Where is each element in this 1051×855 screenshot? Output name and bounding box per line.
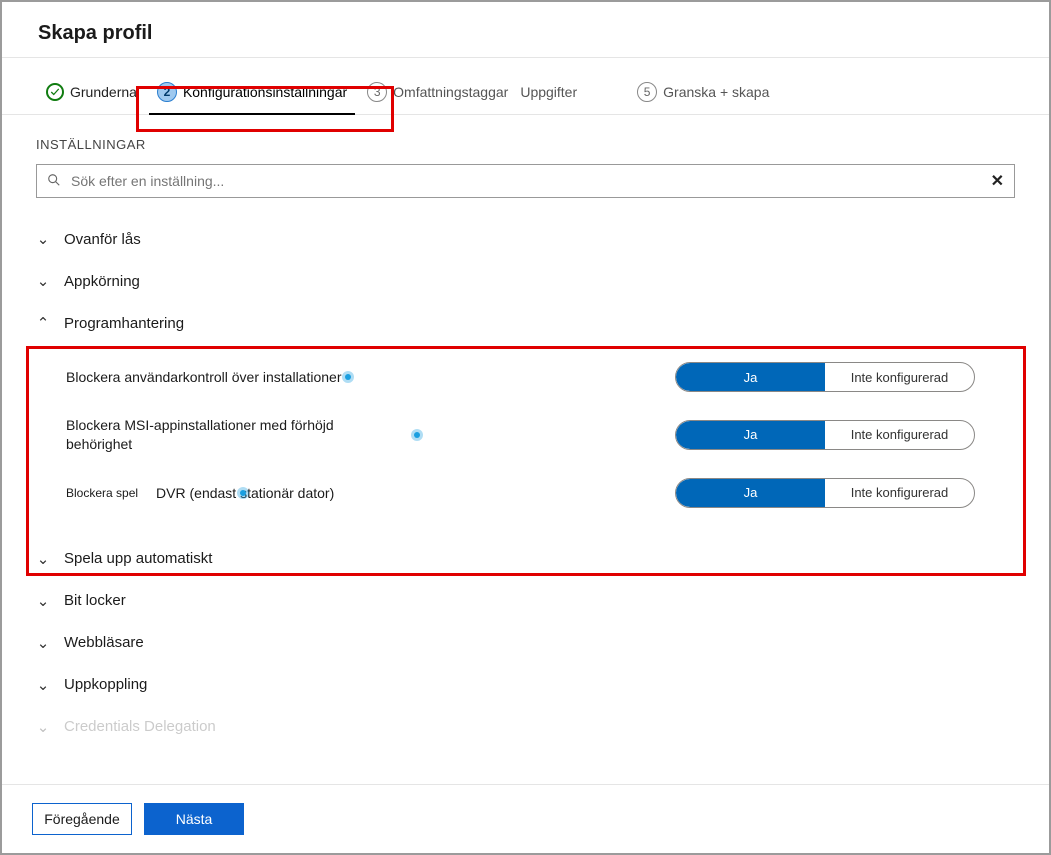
chevron-down-icon: ⌄ xyxy=(36,676,50,694)
toggle-block-msi-elevated[interactable]: Ja Inte konfigurerad xyxy=(675,420,975,450)
chevron-down-icon: ⌄ xyxy=(36,272,50,290)
setting-label: Blockera användarkontroll över installat… xyxy=(66,369,436,385)
section-heading: INSTÄLLNINGAR xyxy=(2,115,1049,158)
group-label: Ovanför lås xyxy=(64,231,141,248)
footer: Föregående Nästa xyxy=(2,784,1049,853)
clear-icon[interactable]: ✕ xyxy=(991,171,1004,191)
group-uppkoppling[interactable]: ⌄ Uppkoppling xyxy=(36,664,1015,706)
toggle-option-not-configured[interactable]: Inte konfigurerad xyxy=(825,421,974,449)
previous-button[interactable]: Föregående xyxy=(32,803,132,835)
step-label: Grunderna xyxy=(70,84,137,100)
step-label: Konfigurationsinställningar xyxy=(183,84,347,100)
chevron-up-icon: ⌃ xyxy=(36,314,50,332)
group-programhantering-body: Blockera användarkontroll över installat… xyxy=(36,344,1015,538)
search-input[interactable] xyxy=(63,171,991,191)
group-label: Programhantering xyxy=(64,315,184,332)
group-label: Uppkoppling xyxy=(64,676,147,693)
step-granska-skapa[interactable]: 5 Granska + skapa xyxy=(629,76,777,114)
step-number: 2 xyxy=(157,82,177,102)
step-label: Omfattningstaggar xyxy=(393,84,508,100)
step-uppgifter[interactable]: Uppgifter xyxy=(512,78,585,112)
toggle-block-user-control[interactable]: Ja Inte konfigurerad xyxy=(675,362,975,392)
next-button[interactable]: Nästa xyxy=(144,803,244,835)
search-box[interactable]: ✕ xyxy=(36,164,1015,198)
chevron-down-icon: ⌄ xyxy=(36,230,50,248)
group-label: Appkörning xyxy=(64,273,140,290)
group-spela-upp-automatiskt[interactable]: ⌄ Spela upp automatiskt xyxy=(36,538,1015,580)
group-appkorning[interactable]: ⌄ Appkörning xyxy=(36,260,1015,302)
setting-label-text: Blockera MSI-appinstallationer med förhö… xyxy=(66,416,386,454)
setting-block-user-control: Blockera användarkontroll över installat… xyxy=(66,350,1015,404)
group-label: Bit locker xyxy=(64,592,126,609)
group-credentials-delegation[interactable]: ⌄ Credentials Delegation xyxy=(36,706,1015,748)
toggle-block-game-dvr[interactable]: Ja Inte konfigurerad xyxy=(675,478,975,508)
group-bitlocker[interactable]: ⌄ Bit locker xyxy=(36,580,1015,622)
toggle-option-yes[interactable]: Ja xyxy=(676,479,825,507)
group-webblasare[interactable]: ⌄ Webbläsare xyxy=(36,622,1015,664)
info-icon[interactable] xyxy=(345,374,351,380)
step-konfigurationsinstallningar[interactable]: 2 Konfigurationsinställningar xyxy=(149,76,355,114)
step-label: Uppgifter xyxy=(520,84,577,100)
chevron-down-icon: ⌄ xyxy=(36,634,50,652)
chevron-down-icon: ⌄ xyxy=(36,592,50,610)
step-number: 3 xyxy=(367,82,387,102)
toggle-option-not-configured[interactable]: Inte konfigurerad xyxy=(825,479,974,507)
setting-label: Blockera spel DVR (endast stationär dato… xyxy=(66,485,436,501)
setting-label: Blockera MSI-appinstallationer med förhö… xyxy=(66,416,436,454)
setting-label-text: Blockera användarkontroll över installat… xyxy=(66,369,341,385)
step-grunderna[interactable]: Grunderna xyxy=(38,77,145,113)
page-title: Skapa profil xyxy=(2,2,1049,57)
toggle-option-yes[interactable]: Ja xyxy=(676,421,825,449)
wizard-steps: Grunderna 2 Konfigurationsinställningar … xyxy=(2,58,1049,115)
toggle-option-not-configured[interactable]: Inte konfigurerad xyxy=(825,363,974,391)
setting-block-game-dvr: Blockera spel DVR (endast stationär dato… xyxy=(66,466,1015,520)
step-label: Granska + skapa xyxy=(663,84,769,100)
group-label: Spela upp automatiskt xyxy=(64,550,212,567)
group-label: Credentials Delegation xyxy=(64,718,216,735)
info-icon[interactable] xyxy=(414,432,420,438)
step-omfattningstaggar[interactable]: 3 Omfattningstaggar xyxy=(359,76,516,114)
toggle-option-yes[interactable]: Ja xyxy=(676,363,825,391)
setting-block-msi-elevated: Blockera MSI-appinstallationer med förhö… xyxy=(66,404,1015,466)
group-ovanfor-las[interactable]: ⌄ Ovanför lås xyxy=(36,218,1015,260)
check-icon xyxy=(46,83,64,101)
group-programhantering[interactable]: ⌃ Programhantering xyxy=(36,302,1015,344)
settings-list: ⌄ Ovanför lås ⌄ Appkörning ⌃ Programhant… xyxy=(2,208,1049,748)
chevron-down-icon: ⌄ xyxy=(36,550,50,568)
chevron-down-icon: ⌄ xyxy=(36,718,50,736)
setting-label-prefix: Blockera spel xyxy=(66,486,138,500)
step-number: 5 xyxy=(637,82,657,102)
search-icon xyxy=(47,173,63,189)
group-label: Webbläsare xyxy=(64,634,144,651)
